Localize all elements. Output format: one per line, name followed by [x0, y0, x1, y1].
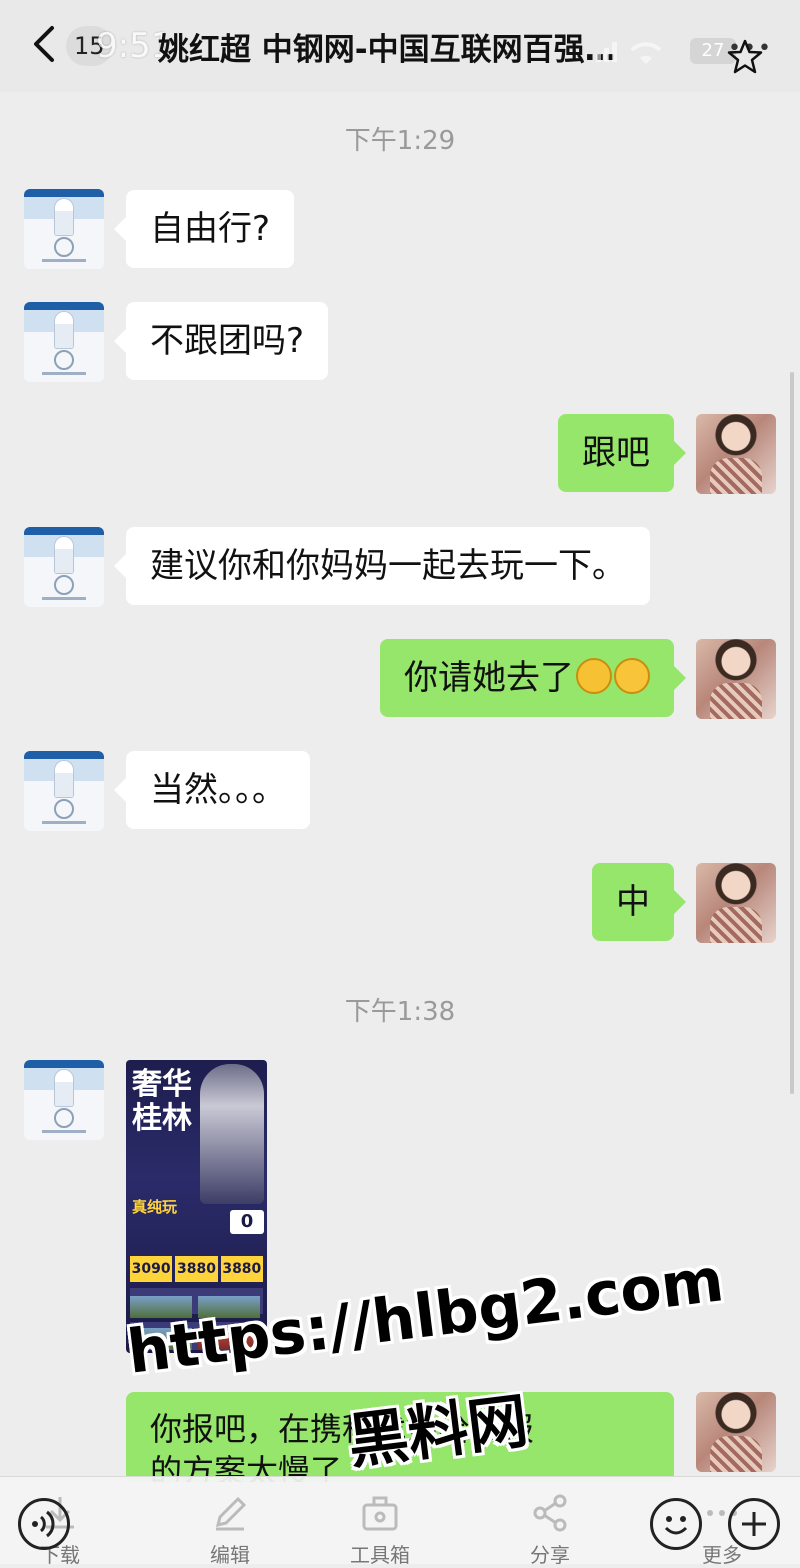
message-bubble-incoming[interactable]: 不跟团吗? — [113, 302, 329, 380]
contact-avatar[interactable] — [24, 302, 104, 382]
avatar-figure — [55, 1070, 73, 1106]
poster-photo — [130, 1328, 192, 1350]
avatar-figure — [55, 761, 73, 797]
my-avatar[interactable] — [696, 1392, 776, 1472]
share-icon — [533, 1494, 567, 1532]
my-avatar[interactable] — [696, 639, 776, 719]
emoji-button[interactable] — [650, 1498, 702, 1550]
poster-photo — [198, 1296, 260, 1318]
avatar-dress — [710, 683, 762, 719]
avatar-dress — [710, 1436, 762, 1472]
avatar-figure — [55, 199, 73, 235]
poster-title: 奢华 桂林 — [132, 1067, 192, 1136]
message-bubble-incoming[interactable]: 建议你和你妈妈一起去玩一下。 — [114, 527, 650, 605]
avatar-caption — [42, 597, 86, 600]
toolbar-label: 工具箱 — [350, 1543, 410, 1567]
avatar-caption — [42, 372, 86, 375]
avatar-dress — [710, 458, 762, 494]
poster-price: 3880 — [220, 1256, 263, 1282]
scrollbar[interactable] — [790, 372, 794, 1094]
poster-badge: 0 — [230, 1210, 264, 1234]
back-icon[interactable] — [26, 24, 66, 64]
toolbar-edit[interactable]: 编辑 — [170, 1477, 290, 1567]
timestamp: 下午1:29 — [344, 126, 456, 156]
avatar-logo — [54, 350, 74, 370]
chat-header: 15 9:51 姚红超 中钢网-中国互联网百强… 27 ••• — [0, 0, 800, 92]
message-bubble-outgoing[interactable]: 跟吧 — [558, 414, 686, 492]
image-message-poster[interactable]: 奢华 桂林 真纯玩 0 3090 3880 3880 — [126, 1060, 267, 1353]
contact-avatar[interactable] — [24, 1060, 104, 1140]
avatar-logo — [54, 575, 74, 595]
toolbox-icon — [362, 1496, 398, 1531]
message-bubble-incoming[interactable]: 自由行? — [113, 190, 295, 268]
poster-price: 3090 — [130, 1256, 173, 1282]
voice-input-button[interactable] — [18, 1498, 70, 1550]
smiley-icon — [664, 1516, 688, 1535]
toolbar-label: 分享 — [530, 1543, 570, 1567]
message-line: 你报吧，在携程找她给我报 — [150, 1410, 535, 1448]
my-avatar[interactable] — [696, 414, 776, 494]
timestamp: 下午1:38 — [344, 997, 456, 1027]
plus-icon — [742, 1512, 766, 1536]
poster-subtitle: 真纯玩 — [132, 1198, 178, 1216]
avatar-caption — [42, 1130, 86, 1133]
poster-photo — [198, 1328, 260, 1350]
contact-avatar[interactable] — [24, 527, 104, 607]
edit-icon — [215, 1496, 247, 1531]
avatar-figure — [55, 537, 73, 573]
message-text: 你请她去了 — [404, 658, 574, 698]
laughing-tears-emoji-icon — [614, 658, 650, 694]
avatar-dress — [710, 907, 762, 943]
add-button[interactable] — [728, 1498, 780, 1550]
avatar-figure — [55, 312, 73, 348]
avatar-logo — [54, 237, 74, 257]
message-bubble-incoming[interactable]: 当然。。。 — [114, 751, 310, 829]
star-icon[interactable] — [726, 38, 764, 76]
avatar-logo — [54, 799, 74, 819]
toolbar-share[interactable]: 分享 — [490, 1477, 610, 1567]
avatar-caption — [42, 259, 86, 262]
poster-price: 3880 — [175, 1256, 218, 1282]
poster-prices: 3090 3880 3880 — [130, 1256, 263, 1282]
message-bubble-outgoing[interactable]: 你报吧，在携程找她给我报 的方案太慢了 — [126, 1392, 674, 1482]
avatar-caption — [42, 821, 86, 824]
message-bubble-outgoing[interactable]: 中 — [592, 863, 686, 941]
toolbar-toolbox[interactable]: 工具箱 — [320, 1477, 440, 1567]
voice-icon — [32, 1510, 55, 1538]
poster-photo — [130, 1296, 192, 1318]
my-avatar[interactable] — [696, 863, 776, 943]
grinning-emoji-icon — [576, 658, 612, 694]
avatar-logo — [54, 1108, 74, 1128]
message-bubble-outgoing[interactable]: 你请她去了 — [380, 639, 686, 717]
contact-avatar[interactable] — [24, 751, 104, 831]
contact-avatar[interactable] — [24, 189, 104, 269]
toolbar-label: 编辑 — [210, 1543, 250, 1567]
